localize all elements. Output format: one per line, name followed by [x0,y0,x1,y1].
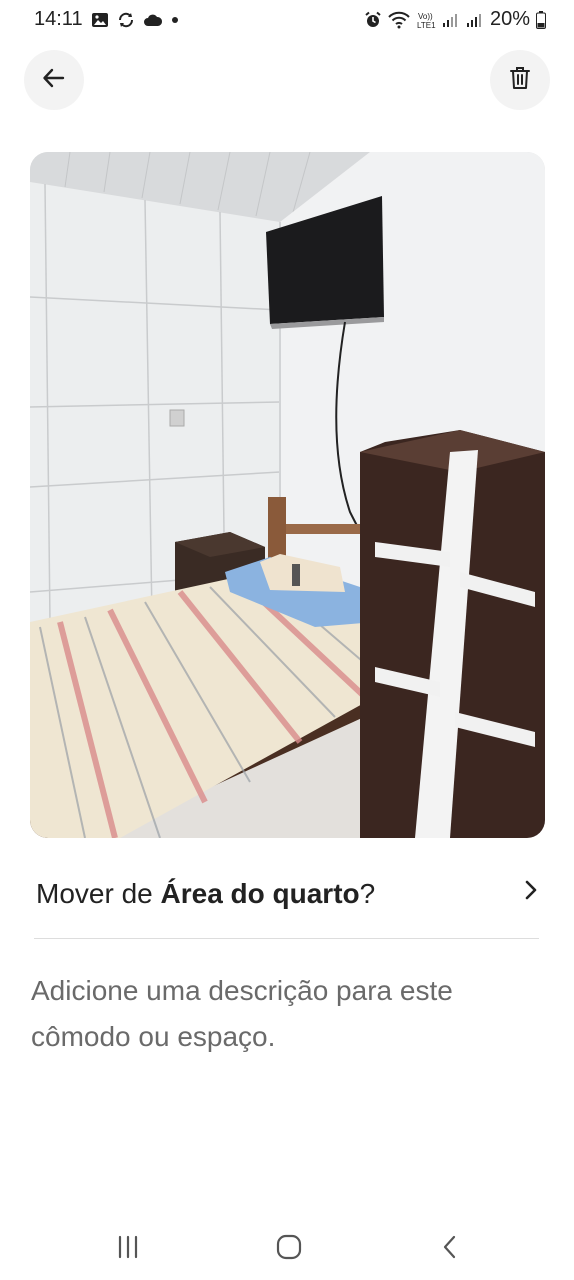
battery-icon [536,10,546,29]
cloud-icon [143,12,163,28]
move-suffix: ? [359,878,376,909]
room-photo[interactable] [30,152,545,838]
trash-icon [508,65,532,96]
svg-text:Vo)): Vo)) [418,12,433,21]
svg-text:LTE1: LTE1 [417,21,436,30]
status-time: 14:11 [34,8,83,30]
status-left: 14:11 [34,8,179,31]
home-button[interactable] [269,1229,309,1269]
move-room-text: Mover de Área do quarto? [36,878,375,910]
arrow-left-icon [41,65,67,96]
alarm-icon [364,11,382,29]
dot-icon [171,16,179,24]
bedroom-photo-illustration [30,152,545,838]
room-name: Área do quarto [160,878,360,909]
back-chevron-icon [440,1233,460,1266]
chevron-right-icon [521,876,541,909]
navigation-bar [0,1215,574,1280]
gallery-icon [91,11,109,29]
divider [34,938,539,939]
delete-button[interactable] [490,50,550,110]
signal-icon [442,12,460,28]
sync-icon [117,11,135,29]
recent-apps-button[interactable] [108,1229,148,1269]
volte-icon: Vo)) LTE1 [416,10,436,30]
back-button[interactable] [24,50,84,110]
battery-percent: 20% [489,8,530,30]
move-room-row[interactable]: Mover de Área do quarto? [36,870,541,920]
status-bar: 14:11 Vo)) LTE1 20% [0,0,574,40]
nav-back-button[interactable] [430,1229,470,1269]
recent-apps-icon [115,1235,141,1264]
wifi-icon [388,11,410,29]
description-input[interactable]: Adicione uma descrição para este cômodo … [31,968,531,1060]
signal-icon [466,12,484,28]
home-icon [276,1234,302,1265]
status-right: Vo)) LTE1 20% [364,8,546,31]
move-prefix: Mover de [36,878,161,909]
